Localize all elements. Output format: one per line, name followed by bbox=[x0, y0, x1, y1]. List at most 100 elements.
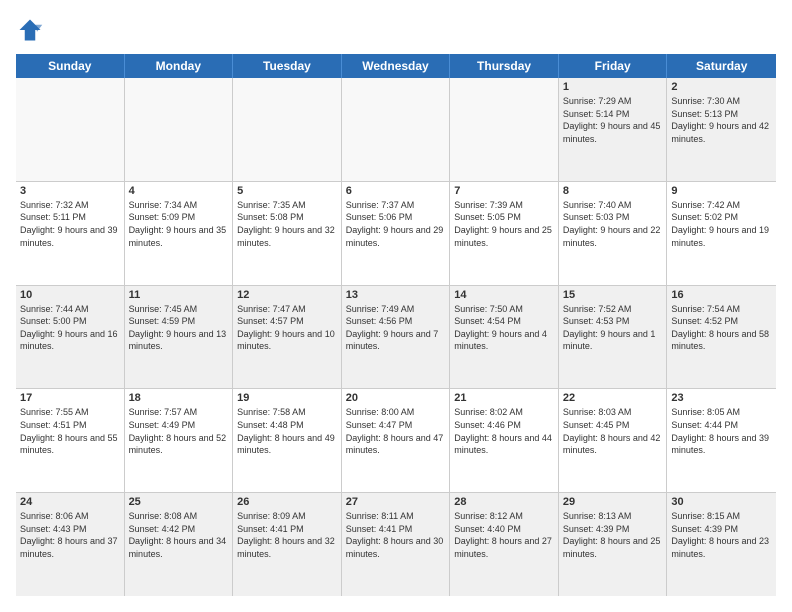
day-info: Sunrise: 8:09 AMSunset: 4:41 PMDaylight:… bbox=[237, 510, 337, 560]
day-info: Sunrise: 7:40 AMSunset: 5:03 PMDaylight:… bbox=[563, 199, 663, 249]
day-number: 5 bbox=[237, 185, 337, 197]
calendar-header-cell: Wednesday bbox=[342, 54, 451, 78]
day-number: 17 bbox=[20, 392, 120, 404]
day-number: 3 bbox=[20, 185, 120, 197]
calendar-cell: 20 Sunrise: 8:00 AMSunset: 4:47 PMDayligh… bbox=[342, 389, 451, 492]
day-info: Sunrise: 7:42 AMSunset: 5:02 PMDaylight:… bbox=[671, 199, 772, 249]
calendar-cell: 1 Sunrise: 7:29 AMSunset: 5:14 PMDaylight… bbox=[559, 78, 668, 181]
calendar-header-cell: Thursday bbox=[450, 54, 559, 78]
calendar-header-cell: Sunday bbox=[16, 54, 125, 78]
calendar-cell: 24 Sunrise: 8:06 AMSunset: 4:43 PMDayligh… bbox=[16, 493, 125, 596]
calendar-cell: 11 Sunrise: 7:45 AMSunset: 4:59 PMDayligh… bbox=[125, 286, 234, 389]
day-info: Sunrise: 7:32 AMSunset: 5:11 PMDaylight:… bbox=[20, 199, 120, 249]
day-number: 22 bbox=[563, 392, 663, 404]
day-number: 4 bbox=[129, 185, 229, 197]
calendar-row: 3 Sunrise: 7:32 AMSunset: 5:11 PMDaylight… bbox=[16, 182, 776, 286]
day-info: Sunrise: 7:54 AMSunset: 4:52 PMDaylight:… bbox=[671, 303, 772, 353]
day-info: Sunrise: 8:08 AMSunset: 4:42 PMDaylight:… bbox=[129, 510, 229, 560]
day-info: Sunrise: 7:55 AMSunset: 4:51 PMDaylight:… bbox=[20, 406, 120, 456]
calendar-header-cell: Saturday bbox=[667, 54, 776, 78]
calendar-header-cell: Friday bbox=[559, 54, 668, 78]
day-info: Sunrise: 7:52 AMSunset: 4:53 PMDaylight:… bbox=[563, 303, 663, 353]
day-info: Sunrise: 8:05 AMSunset: 4:44 PMDaylight:… bbox=[671, 406, 772, 456]
day-number: 1 bbox=[563, 81, 663, 93]
calendar-cell: 14Sunrise: 7:50 AMSunset: 4:54 PMDayligh… bbox=[450, 286, 559, 389]
day-number: 15 bbox=[563, 289, 663, 301]
calendar-cell: 23 Sunrise: 8:05 AMSunset: 4:44 PMDayligh… bbox=[667, 389, 776, 492]
day-info: Sunrise: 7:49 AMSunset: 4:56 PMDaylight:… bbox=[346, 303, 446, 353]
calendar-cell: 4 Sunrise: 7:34 AMSunset: 5:09 PMDaylight… bbox=[125, 182, 234, 285]
calendar-cell: 18 Sunrise: 7:57 AMSunset: 4:49 PMDayligh… bbox=[125, 389, 234, 492]
day-info: Sunrise: 7:37 AMSunset: 5:06 PMDaylight:… bbox=[346, 199, 446, 249]
day-number: 12 bbox=[237, 289, 337, 301]
day-number: 2 bbox=[671, 81, 772, 93]
header bbox=[16, 16, 776, 44]
day-info: Sunrise: 8:13 AMSunset: 4:39 PMDaylight:… bbox=[563, 510, 663, 560]
calendar-row: 24 Sunrise: 8:06 AMSunset: 4:43 PMDayligh… bbox=[16, 493, 776, 596]
day-number: 20 bbox=[346, 392, 446, 404]
day-info: Sunrise: 7:34 AMSunset: 5:09 PMDaylight:… bbox=[129, 199, 229, 249]
day-info: Sunrise: 8:11 AMSunset: 4:41 PMDaylight:… bbox=[346, 510, 446, 560]
calendar: SundayMondayTuesdayWednesdayThursdayFrid… bbox=[16, 54, 776, 596]
day-number: 16 bbox=[671, 289, 772, 301]
day-info: Sunrise: 8:02 AMSunset: 4:46 PMDaylight:… bbox=[454, 406, 554, 456]
calendar-cell: 25Sunrise: 8:08 AMSunset: 4:42 PMDayligh… bbox=[125, 493, 234, 596]
calendar-cell: 9 Sunrise: 7:42 AMSunset: 5:02 PMDaylight… bbox=[667, 182, 776, 285]
calendar-header-row: SundayMondayTuesdayWednesdayThursdayFrid… bbox=[16, 54, 776, 78]
day-info: Sunrise: 7:30 AMSunset: 5:13 PMDaylight:… bbox=[671, 95, 772, 145]
calendar-cell bbox=[342, 78, 451, 181]
calendar-header-cell: Tuesday bbox=[233, 54, 342, 78]
day-info: Sunrise: 8:12 AMSunset: 4:40 PMDaylight:… bbox=[454, 510, 554, 560]
logo-icon bbox=[16, 16, 44, 44]
calendar-cell: 16 Sunrise: 7:54 AMSunset: 4:52 PMDayligh… bbox=[667, 286, 776, 389]
calendar-cell: 6 Sunrise: 7:37 AMSunset: 5:06 PMDaylight… bbox=[342, 182, 451, 285]
calendar-row: 1 Sunrise: 7:29 AMSunset: 5:14 PMDaylight… bbox=[16, 78, 776, 182]
calendar-cell: 13Sunrise: 7:49 AMSunset: 4:56 PMDayligh… bbox=[342, 286, 451, 389]
calendar-cell bbox=[233, 78, 342, 181]
day-number: 18 bbox=[129, 392, 229, 404]
calendar-cell: 5 Sunrise: 7:35 AMSunset: 5:08 PMDaylight… bbox=[233, 182, 342, 285]
calendar-header-cell: Monday bbox=[125, 54, 234, 78]
calendar-cell bbox=[125, 78, 234, 181]
day-number: 9 bbox=[671, 185, 772, 197]
calendar-cell: 22 Sunrise: 8:03 AMSunset: 4:45 PMDayligh… bbox=[559, 389, 668, 492]
calendar-cell: 10Sunrise: 7:44 AMSunset: 5:00 PMDayligh… bbox=[16, 286, 125, 389]
calendar-cell: 15 Sunrise: 7:52 AMSunset: 4:53 PMDayligh… bbox=[559, 286, 668, 389]
day-info: Sunrise: 8:00 AMSunset: 4:47 PMDaylight:… bbox=[346, 406, 446, 456]
day-number: 23 bbox=[671, 392, 772, 404]
day-number: 14 bbox=[454, 289, 554, 301]
day-number: 11 bbox=[129, 289, 229, 301]
calendar-cell: 3 Sunrise: 7:32 AMSunset: 5:11 PMDaylight… bbox=[16, 182, 125, 285]
calendar-cell: 19 Sunrise: 7:58 AMSunset: 4:48 PMDayligh… bbox=[233, 389, 342, 492]
day-number: 6 bbox=[346, 185, 446, 197]
calendar-cell: 12 Sunrise: 7:47 AMSunset: 4:57 PMDayligh… bbox=[233, 286, 342, 389]
day-info: Sunrise: 7:45 AMSunset: 4:59 PMDaylight:… bbox=[129, 303, 229, 353]
day-number: 29 bbox=[563, 496, 663, 508]
day-number: 28 bbox=[454, 496, 554, 508]
day-info: Sunrise: 7:29 AMSunset: 5:14 PMDaylight:… bbox=[563, 95, 663, 145]
day-number: 19 bbox=[237, 392, 337, 404]
calendar-cell: 17 Sunrise: 7:55 AMSunset: 4:51 PMDayligh… bbox=[16, 389, 125, 492]
logo bbox=[16, 16, 48, 44]
calendar-cell: 21 Sunrise: 8:02 AMSunset: 4:46 PMDayligh… bbox=[450, 389, 559, 492]
day-info: Sunrise: 7:58 AMSunset: 4:48 PMDaylight:… bbox=[237, 406, 337, 456]
day-number: 24 bbox=[20, 496, 120, 508]
day-number: 7 bbox=[454, 185, 554, 197]
day-number: 8 bbox=[563, 185, 663, 197]
calendar-cell: 30 Sunrise: 8:15 AMSunset: 4:39 PMDayligh… bbox=[667, 493, 776, 596]
calendar-cell: 7Sunrise: 7:39 AMSunset: 5:05 PMDaylight… bbox=[450, 182, 559, 285]
day-number: 30 bbox=[671, 496, 772, 508]
calendar-body: 1 Sunrise: 7:29 AMSunset: 5:14 PMDaylight… bbox=[16, 78, 776, 596]
day-info: Sunrise: 8:15 AMSunset: 4:39 PMDaylight:… bbox=[671, 510, 772, 560]
day-info: Sunrise: 7:57 AMSunset: 4:49 PMDaylight:… bbox=[129, 406, 229, 456]
calendar-cell: 29 Sunrise: 8:13 AMSunset: 4:39 PMDayligh… bbox=[559, 493, 668, 596]
day-info: Sunrise: 7:47 AMSunset: 4:57 PMDaylight:… bbox=[237, 303, 337, 353]
day-info: Sunrise: 8:06 AMSunset: 4:43 PMDaylight:… bbox=[20, 510, 120, 560]
day-number: 21 bbox=[454, 392, 554, 404]
page: SundayMondayTuesdayWednesdayThursdayFrid… bbox=[0, 0, 792, 612]
day-info: Sunrise: 7:44 AMSunset: 5:00 PMDaylight:… bbox=[20, 303, 120, 353]
day-info: Sunrise: 8:03 AMSunset: 4:45 PMDaylight:… bbox=[563, 406, 663, 456]
day-number: 26 bbox=[237, 496, 337, 508]
day-info: Sunrise: 7:35 AMSunset: 5:08 PMDaylight:… bbox=[237, 199, 337, 249]
calendar-cell bbox=[450, 78, 559, 181]
